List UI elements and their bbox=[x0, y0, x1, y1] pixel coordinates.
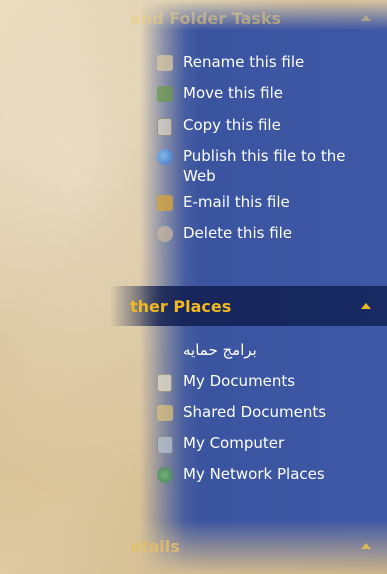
collapse-chevron-icon[interactable] bbox=[361, 15, 371, 21]
place-security-programs[interactable]: برامج حمايه bbox=[183, 340, 257, 360]
rename-icon bbox=[157, 55, 173, 71]
other-places-title: ther Places bbox=[130, 296, 232, 316]
task-move-file[interactable]: Move this file bbox=[183, 83, 283, 103]
task-rename-file[interactable]: Rename this file bbox=[183, 52, 304, 72]
collapse-chevron-icon[interactable] bbox=[361, 303, 371, 309]
task-email-file[interactable]: E-mail this file bbox=[183, 192, 290, 212]
file-folder-tasks-title: and Folder Tasks bbox=[130, 8, 282, 28]
task-publish-web[interactable]: Publish this file to the Web bbox=[183, 146, 373, 186]
network-places-icon bbox=[157, 467, 173, 483]
copy-icon bbox=[157, 118, 172, 136]
details-header[interactable]: etails bbox=[0, 526, 387, 566]
details-title: etails bbox=[130, 536, 180, 556]
email-icon bbox=[157, 195, 173, 211]
task-copy-file[interactable]: Copy this file bbox=[183, 115, 281, 135]
shared-documents-icon bbox=[157, 405, 173, 421]
collapse-chevron-icon[interactable] bbox=[361, 543, 371, 549]
publish-web-icon bbox=[157, 149, 173, 165]
move-icon bbox=[157, 86, 173, 102]
place-my-documents[interactable]: My Documents bbox=[183, 371, 295, 391]
file-folder-tasks-header[interactable]: and Folder Tasks bbox=[0, 0, 387, 36]
task-pane: and Folder Tasks Rename this file Move t… bbox=[0, 0, 387, 574]
place-my-computer[interactable]: My Computer bbox=[183, 433, 284, 453]
place-shared-documents[interactable]: Shared Documents bbox=[183, 402, 326, 422]
other-places-header[interactable]: ther Places bbox=[0, 286, 387, 326]
task-delete-file[interactable]: Delete this file bbox=[183, 223, 292, 243]
my-documents-icon bbox=[157, 374, 172, 392]
my-computer-icon bbox=[157, 436, 173, 454]
place-my-network-places[interactable]: My Network Places bbox=[183, 464, 325, 484]
delete-icon bbox=[157, 226, 173, 242]
